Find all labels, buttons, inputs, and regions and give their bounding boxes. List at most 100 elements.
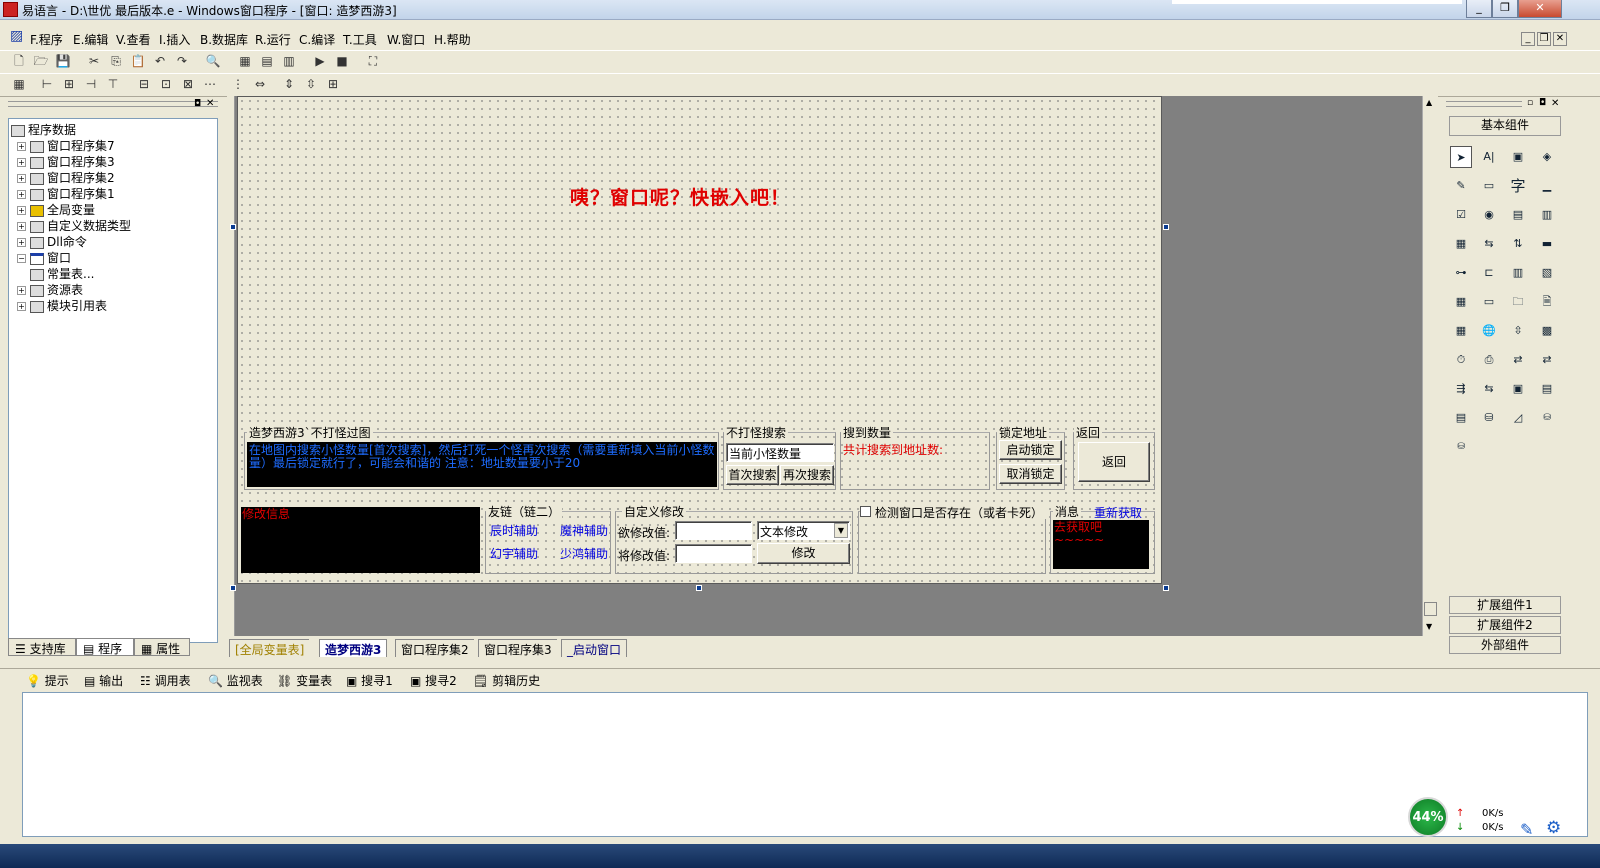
settings-gear-icon[interactable]: ⚙ xyxy=(1546,818,1561,838)
ext-components-1-tab[interactable]: 扩展组件1 xyxy=(1449,596,1561,614)
center-h-icon[interactable]: ⇔ xyxy=(250,74,270,94)
start-lock-button[interactable]: 启动锁定 xyxy=(999,440,1062,460)
right-panel-dock-icon[interactable]: ▫ xyxy=(1527,98,1533,108)
center-v-icon[interactable]: ⇕ xyxy=(279,74,299,94)
stop-icon[interactable]: ■ xyxy=(332,51,352,71)
expand-icon[interactable]: + xyxy=(17,206,26,215)
copy-icon[interactable]: ⎘ xyxy=(106,51,126,71)
tab-call-stack[interactable]: ☷ 调用表 xyxy=(140,672,191,689)
panel-icon[interactable]: ▩ xyxy=(1536,320,1558,342)
binoculars-icon[interactable]: ⛶ xyxy=(363,51,383,71)
canvas-vscrollbar[interactable]: ▲ ▼ xyxy=(1422,96,1438,636)
layout-3-icon[interactable]: ▥ xyxy=(279,51,299,71)
multi-form-icon[interactable]: ▤ xyxy=(1536,378,1558,400)
resize-handle[interactable] xyxy=(230,585,236,591)
tab-output[interactable]: ▤ 输出 xyxy=(84,672,123,689)
tree-root[interactable]: 程序数据 xyxy=(11,121,76,138)
menu-help[interactable]: H.帮助 xyxy=(434,31,471,48)
basic-components-header[interactable]: 基本组件 xyxy=(1449,116,1561,136)
expand-icon[interactable]: + xyxy=(17,222,26,231)
editbox-icon[interactable]: ✎ xyxy=(1450,175,1472,197)
expand-icon[interactable]: + xyxy=(17,190,26,199)
align-center-icon[interactable]: ⊞ xyxy=(59,74,79,94)
link-huanyu[interactable]: 幻宇辅助 xyxy=(490,545,538,562)
document-icon[interactable]: 🗎 xyxy=(1536,291,1558,313)
space-h-icon[interactable]: ⋯ xyxy=(200,74,220,94)
menu-tools[interactable]: T.工具 xyxy=(343,31,377,48)
tab-search-2[interactable]: ▣ 搜寻2 xyxy=(410,672,457,689)
external-components-tab[interactable]: 外部组件 xyxy=(1449,636,1561,654)
modify-type-select[interactable]: 文本修改 ▼ xyxy=(757,521,850,540)
layout-1-icon[interactable]: ▦ xyxy=(235,51,255,71)
resize-handle[interactable] xyxy=(696,585,702,591)
expand-icon[interactable]: + xyxy=(17,142,26,151)
open-folder-icon[interactable]: 🗁 xyxy=(31,51,51,71)
program-tree[interactable]: 程序数据 + 窗口程序集7 + 窗口程序集3 + 窗口程序集2 + 窗口程序集1 + 全局… xyxy=(8,118,218,643)
mdi-close-button[interactable]: ✕ xyxy=(1553,32,1567,46)
menu-program[interactable]: F.程序 xyxy=(30,31,63,48)
link-shaohong[interactable]: 少鸿辅助 xyxy=(560,545,608,562)
tab-search-1[interactable]: ▣ 搜寻1 xyxy=(346,672,393,689)
order-icon[interactable]: ⇳ xyxy=(301,74,321,94)
message-box[interactable]: 去获取吧~~~~~ xyxy=(1053,520,1149,569)
find-icon[interactable]: 🔍 xyxy=(203,51,223,71)
tab-variables[interactable]: ⛓ 变量表 xyxy=(277,672,332,689)
monster-count-input[interactable]: 当前小怪数量 xyxy=(726,443,834,462)
output-textarea[interactable] xyxy=(22,692,1588,837)
groupbox-icon[interactable]: ▭ xyxy=(1478,175,1500,197)
menu-run[interactable]: R.运行 xyxy=(255,31,291,48)
grid-table-icon[interactable]: ▦ xyxy=(1450,291,1472,313)
will-value-input[interactable] xyxy=(675,544,752,563)
resize-handle[interactable] xyxy=(1163,224,1169,230)
menu-database[interactable]: B.数据库 xyxy=(200,31,248,48)
tree-item[interactable]: + 模块引用表 xyxy=(17,297,107,314)
scroll-thumb[interactable] xyxy=(1424,602,1437,616)
right-panel-pin-icon[interactable]: ◘ xyxy=(1539,98,1546,108)
expand-icon[interactable]: − xyxy=(17,254,26,263)
tree-item[interactable]: + 全局变量 xyxy=(17,201,95,218)
tab-control-icon[interactable]: ⊏ xyxy=(1478,262,1500,284)
form-icon[interactable]: ▣ xyxy=(1507,378,1529,400)
ext-components-2-tab[interactable]: 扩展组件2 xyxy=(1449,616,1561,634)
scroll-down-icon[interactable]: ▼ xyxy=(1426,622,1432,631)
shape-icon[interactable]: ◈ xyxy=(1536,146,1558,168)
cut-icon[interactable]: ✂ xyxy=(84,51,104,71)
expand-icon[interactable]: + xyxy=(17,286,26,295)
align-right-icon[interactable]: ⊣ xyxy=(81,74,101,94)
info-textbox[interactable]: 在地图内搜索小怪数量[首次搜索]，然后打死一个怪再次搜索（需要重新填入当前小怪数… xyxy=(247,442,717,487)
button-icon[interactable]: ▁ xyxy=(1536,175,1558,197)
right-panel-close-icon[interactable]: ✕ xyxy=(1551,98,1559,109)
network-usage-gauge[interactable]: 44% xyxy=(1408,797,1448,837)
pen-icon[interactable]: ✎ xyxy=(1520,820,1533,839)
resize-handle[interactable] xyxy=(1163,585,1169,591)
tree-item[interactable]: + 窗口程序集2 xyxy=(17,169,115,186)
align-top-icon[interactable]: ⊤ xyxy=(103,74,123,94)
server-icon[interactable]: ⇄ xyxy=(1536,349,1558,371)
label-icon[interactable]: A| xyxy=(1478,146,1500,168)
odbc-source-icon[interactable]: ⛁ xyxy=(1450,436,1472,458)
odbc-db-icon[interactable]: ⛁ xyxy=(1536,407,1558,429)
tree-item[interactable]: + Dll命令 xyxy=(17,233,87,250)
back-button[interactable]: 返回 xyxy=(1078,442,1150,482)
search-again-button[interactable]: 再次搜索 xyxy=(780,465,834,485)
tab-watch[interactable]: 🔍 监视表 xyxy=(208,672,263,689)
tree-item[interactable]: + 资源表 xyxy=(17,281,83,298)
expand-icon[interactable]: + xyxy=(17,302,26,311)
tab-startup-window[interactable]: _启动窗口 xyxy=(561,639,628,657)
menu-view[interactable]: V.查看 xyxy=(116,31,150,48)
tab-module-3[interactable]: 窗口程序集3 xyxy=(478,639,557,657)
calendar-icon[interactable]: ▦ xyxy=(1450,320,1472,342)
tree-item[interactable]: − 窗口 xyxy=(17,249,71,266)
tab-module-2[interactable]: 窗口程序集2 xyxy=(395,639,474,657)
dde-icon[interactable]: ⇆ xyxy=(1478,378,1500,400)
paste-icon[interactable]: 📋 xyxy=(128,51,148,71)
text-icon[interactable]: 字 xyxy=(1507,175,1529,197)
timer-icon[interactable]: ⏱ xyxy=(1450,349,1472,371)
check-window-checkbox[interactable] xyxy=(860,506,871,517)
space-v-icon[interactable]: ⋮ xyxy=(228,74,248,94)
pointer-icon[interactable]: ➤ xyxy=(1450,146,1472,168)
vscroll-icon[interactable]: ⇅ xyxy=(1507,233,1529,255)
run-icon[interactable]: ▶ xyxy=(310,51,330,71)
undo-icon[interactable]: ↶ xyxy=(150,51,170,71)
grid-icon[interactable]: ▦ xyxy=(9,74,29,94)
